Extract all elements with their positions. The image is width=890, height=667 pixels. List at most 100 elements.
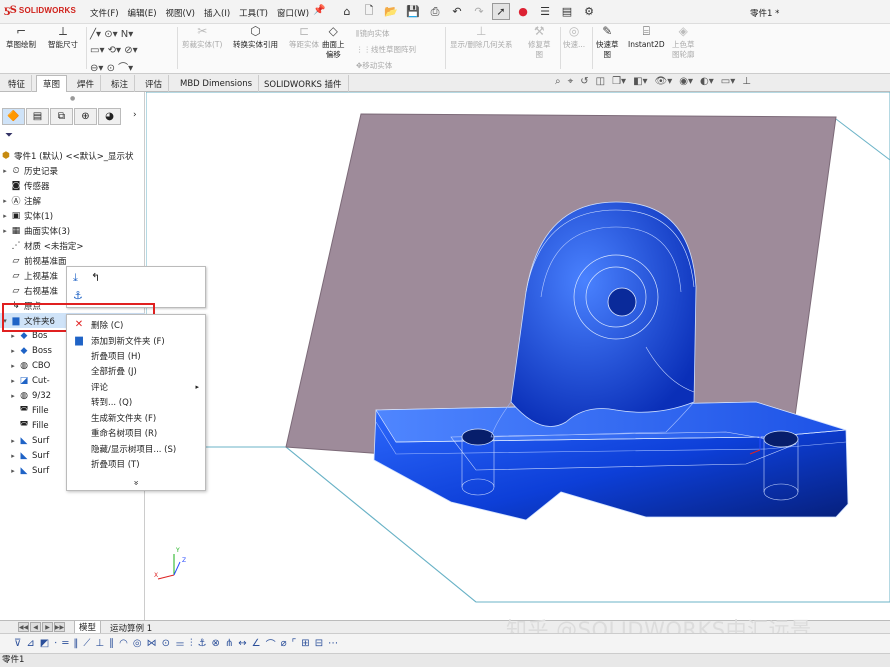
expand-icon[interactable]: ▸ bbox=[8, 347, 18, 355]
open-icon[interactable]: 📂 bbox=[382, 3, 400, 20]
shaded-sketch-contours-button[interactable]: ◈ 上色草 图轮廓 bbox=[672, 25, 695, 60]
menu-view[interactable]: 视图(V) bbox=[166, 7, 195, 19]
menu-item-comment[interactable]: 评论 ▸ bbox=[67, 379, 205, 394]
menu-insert[interactable]: 插入(I) bbox=[204, 7, 230, 19]
menu-item-add-to-new-folder[interactable]: ▆ 添加到新文件夹 (F) bbox=[67, 333, 205, 348]
menu-more-button[interactable]: » bbox=[67, 475, 205, 490]
graphics-area[interactable]: Y X Z bbox=[146, 92, 890, 620]
expand-icon[interactable]: ▸ bbox=[8, 362, 18, 370]
filter-vertices-icon[interactable]: ⋅ bbox=[54, 638, 57, 649]
menu-item-go-to[interactable]: 转到... (Q) bbox=[67, 394, 205, 409]
filter-icon[interactable]: ⏷ bbox=[5, 130, 13, 141]
chamfer-dimension-icon[interactable]: ⌜ bbox=[292, 638, 297, 649]
menu-window[interactable]: 窗口(W) bbox=[277, 7, 309, 19]
expand-icon[interactable]: ▸ bbox=[0, 227, 10, 235]
tab-features[interactable]: 特征 bbox=[2, 75, 33, 92]
path-length-icon[interactable]: ⋯ bbox=[328, 638, 338, 649]
vertical-relation-icon[interactable]: ‖ bbox=[73, 638, 78, 649]
gear-icon[interactable]: ⚙ bbox=[580, 3, 598, 20]
offset-entities-button[interactable]: ⊏ 等距实体 bbox=[289, 25, 319, 50]
fix-relation-icon[interactable]: ⚓ bbox=[197, 638, 206, 649]
expand-icon[interactable]: ▸ bbox=[8, 377, 18, 385]
expand-icon[interactable]: ▸ bbox=[8, 392, 18, 400]
property-manager-tab-icon[interactable]: ▤ bbox=[26, 108, 49, 125]
solidworks-logo[interactable]: ƽS SOLIDWORKS bbox=[4, 5, 76, 16]
view-orientation-icon[interactable]: ❒▾ bbox=[612, 76, 626, 87]
baseline-dimension-icon[interactable]: ⊟ bbox=[315, 638, 323, 649]
feature-manager-tab-icon[interactable]: 🔶 bbox=[2, 108, 25, 125]
tab-markup[interactable]: 标注 bbox=[105, 75, 136, 92]
hide-show-items-icon[interactable]: 👁▾ bbox=[655, 76, 673, 87]
repair-sketch-button[interactable]: ⚒ 修复草 图 bbox=[528, 25, 551, 60]
slot-icon[interactable]: ⊖▾ ⊙ ⌒▾ bbox=[90, 59, 133, 74]
tree-item-history[interactable]: ▸ ⏲ 历史记录 bbox=[0, 163, 145, 178]
chevron-right-icon[interactable]: › bbox=[133, 110, 137, 120]
configuration-manager-tab-icon[interactable]: ⧉ bbox=[50, 108, 73, 125]
display-manager-tab-icon[interactable]: ◕ bbox=[98, 108, 121, 125]
equal-relation-icon[interactable]: ＝ bbox=[175, 636, 185, 651]
expand-icon[interactable]: ▸ bbox=[8, 452, 18, 460]
view-settings-icon[interactable]: ▭▾ bbox=[721, 76, 735, 87]
panel-grip[interactable]: ● bbox=[70, 95, 75, 102]
perpendicular-relation-icon[interactable]: ⊥ bbox=[95, 638, 104, 649]
collinear-relation-icon[interactable]: ⟋ bbox=[83, 638, 90, 649]
sketch-button[interactable]: ⌐ 草图绘制 bbox=[6, 25, 36, 50]
tangent-relation-icon[interactable]: ◠ bbox=[119, 638, 128, 649]
tab-weldments[interactable]: 焊件 bbox=[71, 75, 102, 92]
feature-properties-icon[interactable]: ⤓ bbox=[73, 271, 78, 285]
mirror-entities-button[interactable]: ⫼ 镜向实体 bbox=[356, 28, 389, 39]
rapid-sketch-button[interactable]: ✎ 快速草 图 bbox=[596, 25, 619, 60]
pierce-relation-icon[interactable]: ⊗ bbox=[211, 638, 219, 649]
midpoint-relation-icon[interactable]: ⋈ bbox=[147, 638, 157, 649]
traffic-light-icon[interactable]: ● bbox=[514, 3, 532, 20]
show-hide-relations-button[interactable]: ⊥ 显示/删除几何关系 bbox=[450, 25, 513, 50]
tab-sketch[interactable]: 草图 bbox=[36, 75, 68, 92]
symmetric-relation-icon[interactable]: ⫶ bbox=[190, 638, 193, 649]
home-icon[interactable]: ⌂ bbox=[338, 3, 356, 20]
tree-root[interactable]: ⬢ 零件1 (默认) <<默认>_显示状 bbox=[0, 148, 145, 163]
tree-item-sensors[interactable]: ◙ 传感器 bbox=[0, 178, 145, 193]
dimxpert-tab-icon[interactable]: ⊕ bbox=[74, 108, 97, 125]
tab-mbd-dimensions[interactable]: MBD Dimensions bbox=[174, 75, 260, 92]
dimension-icon[interactable]: ↔ bbox=[238, 638, 246, 649]
display-style-icon[interactable]: ◧▾ bbox=[633, 76, 647, 87]
first-tab-icon[interactable]: ◀◀ bbox=[18, 622, 29, 632]
zoom-area-icon[interactable]: ⌖ bbox=[568, 76, 574, 87]
menu-item-rename-tree-item[interactable]: 重命名树项目 (R) bbox=[67, 425, 205, 440]
menu-item-collapse-items[interactable]: 折叠项目 (H) bbox=[67, 348, 205, 363]
move-entities-button[interactable]: ✥ 移动实体 bbox=[356, 60, 392, 71]
expand-icon[interactable]: ▸ bbox=[8, 437, 18, 445]
options-list-icon[interactable]: ☰ bbox=[536, 3, 554, 20]
line-icon[interactable]: ╱▾ ⊙▾ Ν▾ bbox=[90, 29, 133, 40]
smart-dimension-button[interactable]: ⟂ 智能尺寸 bbox=[48, 25, 78, 50]
zoom-to-fit-icon[interactable]: ⌕ bbox=[555, 76, 561, 87]
diameter-dimension-icon[interactable]: ⌀ bbox=[281, 638, 287, 649]
horizontal-relation-icon[interactable]: ═ bbox=[62, 638, 68, 649]
rollback-icon[interactable]: ↰ bbox=[91, 271, 100, 284]
expand-icon[interactable]: ▸ bbox=[8, 467, 18, 475]
linear-pattern-button[interactable]: ⋮⋮ 线性草图阵列 bbox=[356, 44, 416, 55]
concentric-relation-icon[interactable]: ◎ bbox=[133, 638, 142, 649]
previous-view-icon[interactable]: ↺ bbox=[580, 76, 588, 87]
menu-item-create-new-folder[interactable]: 生成新文件夹 (F) bbox=[67, 410, 205, 425]
tree-item-surface-bodies[interactable]: ▸ ▦ 曲面实体(3) bbox=[0, 223, 145, 238]
parallel-relation-icon[interactable]: ∥ bbox=[109, 638, 114, 649]
tab-solidworks-addins[interactable]: SOLIDWORKS 插件 bbox=[258, 75, 349, 92]
angle-dimension-icon[interactable]: ∠ bbox=[252, 638, 261, 649]
next-tab-icon[interactable]: ▶ bbox=[42, 622, 53, 632]
new-file-icon[interactable]: 🗋 bbox=[360, 3, 378, 20]
coincident-relation-icon[interactable]: ⊙ bbox=[162, 638, 170, 649]
expand-icon[interactable]: ▸ bbox=[0, 197, 10, 205]
menu-file[interactable]: 文件(F) bbox=[90, 7, 119, 19]
radius-dimension-icon[interactable]: ⌒ bbox=[266, 636, 276, 651]
menu-item-collapse-items-t[interactable]: 折叠项目 (T) bbox=[67, 456, 205, 471]
convert-entities-button[interactable]: ⬡ 转换实体引用 bbox=[233, 25, 278, 50]
menu-item-delete[interactable]: ✕ 删除 (C) bbox=[67, 317, 205, 332]
redo-icon[interactable]: ↷ bbox=[470, 3, 488, 20]
expand-icon[interactable]: ▸ bbox=[0, 167, 10, 175]
menu-tools[interactable]: 工具(T) bbox=[239, 7, 268, 19]
quick-snaps-button[interactable]: ◎ 快速... bbox=[563, 25, 585, 50]
ground-icon[interactable]: ⊥ bbox=[742, 76, 751, 87]
ordinate-dimension-icon[interactable]: ⊞ bbox=[301, 638, 309, 649]
tree-item-annotations[interactable]: ▸ Ⓐ 注解 bbox=[0, 193, 145, 208]
